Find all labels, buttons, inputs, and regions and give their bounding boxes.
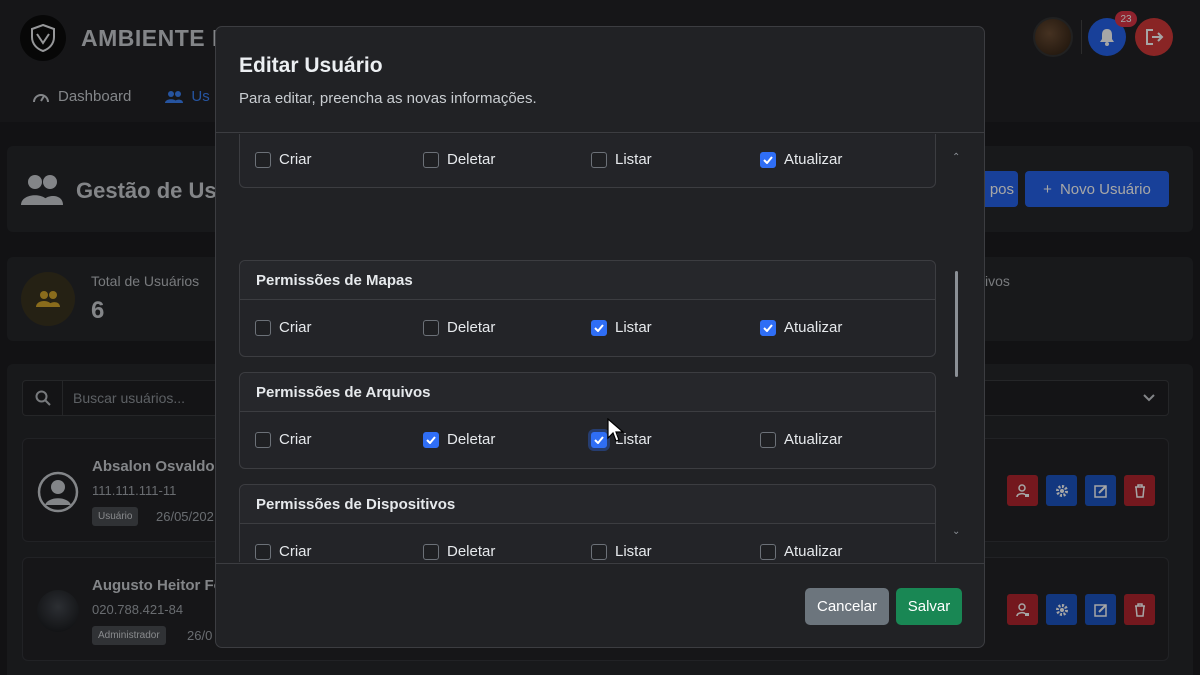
modal-scrollbar[interactable]: ⌃ ⌄: [949, 134, 963, 562]
checkbox[interactable]: [255, 431, 271, 448]
modal-title: Editar Usuário: [239, 54, 383, 77]
checkbox-checked[interactable]: [760, 319, 776, 336]
checkbox-checked[interactable]: [423, 431, 439, 448]
scrollbar-thumb[interactable]: [955, 271, 958, 377]
permission-options: Criar Deletar Listar Atualizar: [240, 524, 935, 562]
modal-footer: Cancelar Salvar: [216, 563, 984, 647]
permission-option-atualizar[interactable]: Atualizar: [760, 319, 842, 336]
option-label: Deletar: [447, 319, 496, 336]
permission-option-atualizar[interactable]: Atualizar: [760, 431, 842, 448]
check-icon: [594, 435, 604, 444]
permission-section-mapas: Permissões de Mapas Criar Deletar Listar…: [239, 260, 936, 357]
option-label: Criar: [279, 151, 312, 168]
permission-option-criar[interactable]: Criar: [255, 543, 312, 560]
option-label: Atualizar: [784, 431, 843, 448]
check-icon: [763, 323, 773, 332]
permission-option-listar[interactable]: Listar: [591, 319, 652, 336]
checkbox-checked[interactable]: [591, 319, 607, 336]
option-label: Atualizar: [784, 151, 843, 168]
checkbox[interactable]: [255, 151, 271, 168]
checkbox[interactable]: [423, 151, 439, 168]
option-label: Listar: [615, 543, 652, 560]
checkbox[interactable]: [423, 543, 439, 560]
permission-option-deletar[interactable]: Deletar: [423, 543, 495, 560]
option-label: Criar: [279, 319, 312, 336]
scroll-up-icon[interactable]: ⌃: [952, 152, 960, 163]
checkbox-checked-focused[interactable]: [591, 431, 607, 448]
save-button[interactable]: Salvar: [896, 588, 962, 625]
permission-option-atualizar[interactable]: Atualizar: [760, 543, 842, 560]
check-icon: [426, 435, 436, 444]
checkbox[interactable]: [591, 151, 607, 168]
option-label: Deletar: [447, 431, 496, 448]
option-label: Listar: [615, 151, 652, 168]
permission-section: Criar Deletar Listar Atualizar: [239, 134, 936, 188]
modal-header: Editar Usuário Para editar, preencha as …: [216, 27, 984, 133]
modal-body[interactable]: Criar Deletar Listar Atualizar Permissõe…: [216, 134, 984, 562]
edit-user-modal: Editar Usuário Para editar, preencha as …: [215, 26, 985, 648]
permission-option-listar[interactable]: Listar: [591, 543, 652, 560]
checkbox[interactable]: [255, 319, 271, 336]
checkbox[interactable]: [591, 543, 607, 560]
permission-options: Criar Deletar Listar Atualizar: [240, 300, 935, 356]
permission-option-atualizar[interactable]: Atualizar: [760, 151, 842, 168]
option-label: Listar: [615, 319, 652, 336]
permission-option-listar[interactable]: Listar: [591, 151, 652, 168]
option-label: Criar: [279, 543, 312, 560]
option-label: Deletar: [447, 543, 496, 560]
permission-section-arquivos: Permissões de Arquivos Criar Deletar Lis…: [239, 372, 936, 469]
checkbox-checked[interactable]: [760, 151, 776, 168]
check-icon: [763, 155, 773, 164]
checkbox[interactable]: [255, 543, 271, 560]
permission-option-criar[interactable]: Criar: [255, 151, 312, 168]
permission-section-dispositivos: Permissões de Dispositivos Criar Deletar…: [239, 484, 936, 562]
permission-options: Criar Deletar Listar Atualizar: [240, 134, 935, 187]
permission-option-criar[interactable]: Criar: [255, 319, 312, 336]
permission-option-deletar[interactable]: Deletar: [423, 151, 495, 168]
checkbox[interactable]: [760, 543, 776, 560]
checkbox[interactable]: [760, 431, 776, 448]
section-title: Permissões de Mapas: [240, 261, 935, 300]
modal-subtitle: Para editar, preencha as novas informaçõ…: [239, 90, 537, 107]
permission-option-criar[interactable]: Criar: [255, 431, 312, 448]
permission-option-deletar[interactable]: Deletar: [423, 431, 495, 448]
option-label: Atualizar: [784, 319, 843, 336]
mouse-cursor-icon: [607, 418, 625, 442]
option-label: Deletar: [447, 151, 496, 168]
permission-option-deletar[interactable]: Deletar: [423, 319, 495, 336]
cancel-button[interactable]: Cancelar: [805, 588, 889, 625]
section-title: Permissões de Dispositivos: [240, 485, 935, 524]
section-title: Permissões de Arquivos: [240, 373, 935, 412]
permission-options: Criar Deletar Listar Atualizar: [240, 412, 935, 468]
checkbox[interactable]: [423, 319, 439, 336]
scroll-down-icon[interactable]: ⌄: [952, 526, 960, 537]
check-icon: [594, 323, 604, 332]
option-label: Atualizar: [784, 543, 843, 560]
option-label: Criar: [279, 431, 312, 448]
